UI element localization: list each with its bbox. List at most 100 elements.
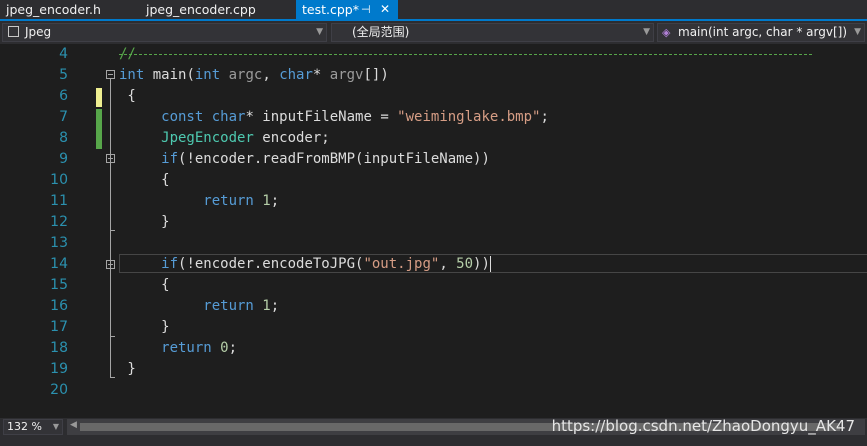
keyword-token: char (211, 109, 246, 125)
line-number: 6 (59, 88, 68, 104)
keyword-token: const (119, 109, 204, 125)
scroll-left-icon[interactable]: ◀ (70, 420, 77, 430)
code-line: 4 // (0, 44, 867, 65)
line-number: 17 (50, 319, 68, 335)
bottom-gap (0, 436, 867, 446)
param-token: argc (228, 67, 263, 83)
line-number: 7 (59, 109, 68, 125)
param-token: argv (329, 67, 364, 83)
tab-label: jpeg_encoder.cpp (146, 2, 256, 17)
keyword-token: return (119, 193, 254, 209)
pin-icon[interactable]: ⊣ (361, 0, 371, 19)
tab-label: jpeg_encoder.h (6, 2, 101, 17)
member-dropdown[interactable]: ◈ main(int argc, char * argv[]) ▼ (657, 23, 865, 42)
type-token: JpegEncoder (119, 130, 254, 146)
tab-label: test.cpp* (302, 2, 359, 17)
code-text: return 1; (119, 296, 279, 317)
code-token: (!encoder.readFromBMP(inputFileName)) (178, 151, 490, 167)
code-token: ; (540, 109, 549, 125)
current-code-line: 14 if(!encoder.encodeToJPG("out.jpg", 50… (0, 254, 867, 275)
keyword-token: return (119, 298, 254, 314)
line-number: 12 (50, 214, 68, 230)
text-caret (489, 256, 491, 272)
line-number: 4 (59, 46, 68, 62)
number-token: 0 (220, 340, 229, 356)
chevron-down-icon: ▼ (316, 27, 323, 37)
code-token: * inputFileName = (245, 109, 398, 125)
code-token: ; (228, 340, 238, 356)
code-text: } (119, 361, 136, 377)
line-number: 14 (50, 256, 68, 272)
keyword-token: int (119, 67, 145, 83)
code-text: } (119, 319, 170, 335)
code-line: 15 { (0, 275, 867, 296)
code-editor[interactable]: 4 // 5 int main(int argc, char* argv[]) … (0, 44, 867, 418)
keyword-token: int (194, 67, 221, 83)
line-number: 20 (50, 382, 68, 398)
line-number: 5 (59, 67, 68, 83)
close-icon[interactable]: ✕ (380, 0, 390, 19)
code-line: 8 JpegEncoder encoder; (0, 128, 867, 149)
keyword-token: if (119, 151, 179, 167)
chevron-down-icon: ▼ (643, 27, 650, 37)
code-line: 19 } (0, 359, 867, 380)
zoom-dropdown[interactable]: 132 % ▼ (3, 419, 63, 435)
project-dropdown[interactable]: Jpeg ▼ (2, 23, 327, 42)
code-token: , (439, 256, 457, 272)
editor-bottom-bar: 132 % ▼ ◀ https://blog.csdn.net/ZhaoDong… (0, 418, 867, 436)
code-token: )) (473, 256, 490, 272)
code-text: return 1; (119, 191, 279, 212)
code-line: 9 if(!encoder.readFromBMP(inputFileName)… (0, 149, 867, 170)
line-number: 18 (50, 340, 68, 356)
code-token: ; (270, 298, 280, 314)
line-number: 19 (50, 361, 68, 377)
code-line: 12 } (0, 212, 867, 233)
number-token: 1 (262, 298, 271, 314)
code-line: 16 return 1; (0, 296, 867, 317)
chevron-down-icon: ▼ (854, 27, 861, 37)
zoom-level: 132 % (7, 420, 42, 433)
code-line: 5 int main(int argc, char* argv[]) (0, 65, 867, 86)
code-text: int main(int argc, char* argv[]) (119, 65, 389, 86)
tab-jpeg-encoder-h[interactable]: jpeg_encoder.h (0, 0, 140, 19)
keyword-token: return (119, 340, 212, 356)
code-line: 18 return 0; (0, 338, 867, 359)
comment-token: // (119, 46, 136, 62)
line-number: 9 (59, 151, 68, 167)
code-line: 20 (0, 380, 867, 401)
code-token: , (262, 67, 280, 83)
code-token: main( (144, 67, 195, 83)
code-text: if(!encoder.encodeToJPG("out.jpg", 50)) (119, 254, 491, 275)
code-line: 13 (0, 233, 867, 254)
project-name: Jpeg (25, 25, 52, 39)
keyword-token: if (119, 256, 179, 272)
document-tab-strip: jpeg_encoder.h jpeg_encoder.cpp test.cpp… (0, 0, 867, 21)
line-number: 8 (59, 130, 68, 146)
code-token: (!encoder.encodeToJPG( (178, 256, 364, 272)
scope-dropdown[interactable]: (全局范围) ▼ (331, 23, 654, 42)
code-line: 11 return 1; (0, 191, 867, 212)
code-text: return 0; (119, 338, 237, 359)
code-token: []) (363, 67, 389, 83)
line-number: 11 (50, 193, 68, 209)
string-token: "weiminglake.bmp" (397, 109, 541, 125)
number-token: 1 (262, 193, 271, 209)
scope-name: (全局范围) (352, 25, 410, 39)
tab-jpeg-encoder-cpp[interactable]: jpeg_encoder.cpp (140, 0, 295, 19)
watermark: https://blog.csdn.net/ZhaoDongyu_AK47 (551, 417, 855, 435)
tab-test-cpp[interactable]: test.cpp* ⊣ ✕ (296, 0, 398, 19)
code-token: * (312, 67, 330, 83)
navigation-bar: Jpeg ▼ (全局范围) ▼ ◈ main(int argc, char * … (0, 21, 867, 44)
code-text: { (119, 172, 170, 188)
code-line: 17 } (0, 317, 867, 338)
code-text: { (119, 88, 136, 104)
code-text: if(!encoder.readFromBMP(inputFileName)) (119, 149, 490, 170)
member-name: main(int argc, char * argv[]) (678, 25, 848, 39)
code-token: encoder; (253, 130, 330, 146)
line-number: 13 (50, 235, 68, 251)
chevron-down-icon: ▼ (52, 422, 59, 431)
code-line: 7 const char* inputFileName = "weimingla… (0, 107, 867, 128)
code-text: JpegEncoder encoder; (119, 128, 330, 149)
